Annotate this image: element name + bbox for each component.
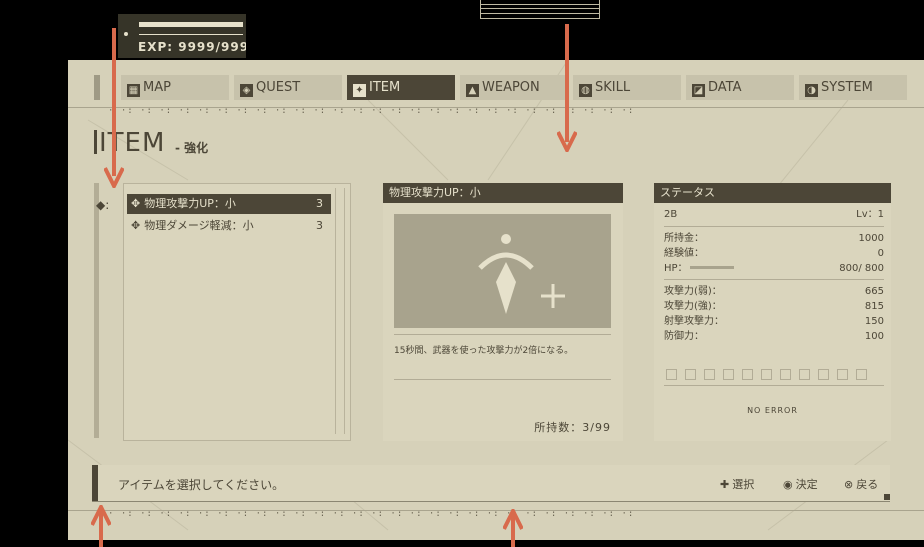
skill-icon: ◍ <box>579 84 592 97</box>
selection-pointer-icon: ◆: <box>96 198 110 212</box>
status-row: 経験値： 0 <box>664 247 884 261</box>
tab-quest[interactable]: ◈ QUEST <box>234 75 342 100</box>
circle-button-icon: ◉ <box>783 478 793 491</box>
menu-panel: ▦ MAP ◈ QUEST ✦ ITEM ▲ WEAPON ◍ SKILL ◪ DATA ◑ SYSTEM… <box>68 60 924 540</box>
status-value: 0 <box>877 248 884 259</box>
chip-item-icon: ✥ <box>131 197 141 210</box>
tab-weapon[interactable]: ▲ WEAPON <box>460 75 568 100</box>
item-description-panel: 物理攻撃力UP：小 15秒間、武器を使った攻撃力が2倍になる。 所持数：3/99 <box>383 183 623 441</box>
tab-label: SKILL <box>595 80 631 95</box>
item-row[interactable]: ✥ 物理攻撃力UP：小 3 <box>127 194 331 214</box>
item-row[interactable]: ✥ 物理ダメージ軽減：小 3 <box>127 216 331 236</box>
arrow-down-center <box>557 24 577 152</box>
system-icon: ◑ <box>805 84 818 97</box>
status-label: 攻撃力(強)： <box>664 301 722 312</box>
top-frame <box>480 0 600 19</box>
dot-border-bottom: · ·: ·: ·: ·: ·: ·: ·: ·: ·: ·: ·: ·: ·:… <box>108 509 635 519</box>
chip-slots <box>666 365 875 384</box>
hp-bar <box>139 22 243 27</box>
status-row: 所持金： 1000 <box>664 232 884 246</box>
hud-dot <box>124 32 128 36</box>
item-image <box>394 214 611 328</box>
status-value: 665 <box>864 286 884 297</box>
status-row: 攻撃力(弱)： 665 <box>664 285 884 299</box>
tab-label: ITEM <box>369 80 401 95</box>
tab-label: MAP <box>143 80 171 95</box>
control-label: 選択 <box>732 478 755 491</box>
map-icon: ▦ <box>127 84 140 97</box>
tab-skill[interactable]: ◍ SKILL <box>573 75 681 100</box>
status-value: 1000 <box>858 233 884 244</box>
item-list: ✥ 物理攻撃力UP：小 3 ✥ 物理ダメージ軽減：小 3 <box>123 183 351 441</box>
control-hint-決定: ◉ 決定 <box>783 476 818 492</box>
chip-item-icon: ✥ <box>131 219 141 232</box>
weapon-icon: ▲ <box>466 84 479 97</box>
status-row: HP： 800/ 800 <box>664 262 884 276</box>
list-scrollbar[interactable] <box>335 188 345 434</box>
exp-bar <box>139 34 243 35</box>
tab-label: SYSTEM <box>821 80 873 95</box>
item-count: 3 <box>316 197 323 210</box>
status-panel: ステータス 2B Lv：1 所持金： 1000 経験値： 0 HP： 800/ 800 攻… <box>654 183 891 441</box>
owned-count: 所持数：3/99 <box>534 421 611 434</box>
item-name: 物理ダメージ軽減：小 <box>144 219 254 232</box>
list-rail <box>94 183 99 438</box>
arrow-up-left <box>91 505 111 547</box>
tab-label: DATA <box>708 80 742 95</box>
status-header: ステータス <box>654 183 891 203</box>
tab-system[interactable]: ◑ SYSTEM <box>799 75 907 100</box>
exp-label: EXP: 9999/999 <box>138 40 246 54</box>
exp-hud: EXP: 9999/999 <box>118 14 246 58</box>
attack-up-icon <box>478 234 565 314</box>
character-level: Lv：1 <box>856 209 884 220</box>
arrow-up-center <box>503 509 523 547</box>
help-message: アイテムを選択してください。 <box>118 478 285 492</box>
description-text: 15秒間、武器を使った攻撃力が2倍になる。 <box>394 346 574 356</box>
control-label: 戻る <box>856 478 879 491</box>
status-value: 100 <box>864 331 884 342</box>
item-name: 物理攻撃力UP：小 <box>144 197 236 210</box>
hp-gauge <box>689 266 734 269</box>
status-label: 所持金： <box>664 233 704 244</box>
control-label: 決定 <box>795 478 818 491</box>
status-row: 射撃攻撃力： 150 <box>664 315 884 329</box>
dpad-icon: ✚ <box>720 478 730 491</box>
status-label: HP： <box>664 263 688 274</box>
status-name-row: 2B Lv：1 <box>664 208 884 222</box>
message-bar: アイテムを選択してください。 ✚ 選択 ◉ 決定 ⊗ 戻る <box>92 465 890 502</box>
status-value: 150 <box>864 316 884 327</box>
item-icon: ✦ <box>353 84 366 97</box>
tab-data[interactable]: ◪ DATA <box>686 75 794 100</box>
status-row: 防御力： 100 <box>664 330 884 344</box>
arrow-down-left <box>104 28 124 188</box>
quest-icon: ◈ <box>240 84 253 97</box>
tab-bar-marker <box>94 75 100 100</box>
control-hint-選択: ✚ 選択 <box>720 476 754 492</box>
tab-label: QUEST <box>256 80 301 95</box>
description-header: 物理攻撃力UP：小 <box>383 183 623 203</box>
status-label: 攻撃力(弱)： <box>664 286 722 297</box>
status-row: 攻撃力(強)： 815 <box>664 300 884 314</box>
status-value: 815 <box>864 301 884 312</box>
status-label: 経験値： <box>664 248 704 259</box>
status-label: 防御力： <box>664 331 704 342</box>
page-subtitle: - 強化 <box>175 141 209 155</box>
control-hint-戻る: ⊗ 戻る <box>844 476 878 492</box>
tab-map[interactable]: ▦ MAP <box>121 75 229 100</box>
tab-label: WEAPON <box>482 80 540 95</box>
dot-border-top: · ·: ·: ·: ·: ·: ·: ·: ·: ·: ·: ·: ·: ·:… <box>108 106 635 116</box>
data-icon: ◪ <box>692 84 705 97</box>
cross-button-icon: ⊗ <box>844 478 854 491</box>
character-name: 2B <box>664 209 678 220</box>
item-count: 3 <box>316 219 323 232</box>
status-label: 射撃攻撃力： <box>664 316 724 327</box>
status-value: 800/ 800 <box>839 263 884 274</box>
tab-item[interactable]: ✦ ITEM <box>347 75 455 100</box>
error-status: NO ERROR <box>747 406 798 415</box>
